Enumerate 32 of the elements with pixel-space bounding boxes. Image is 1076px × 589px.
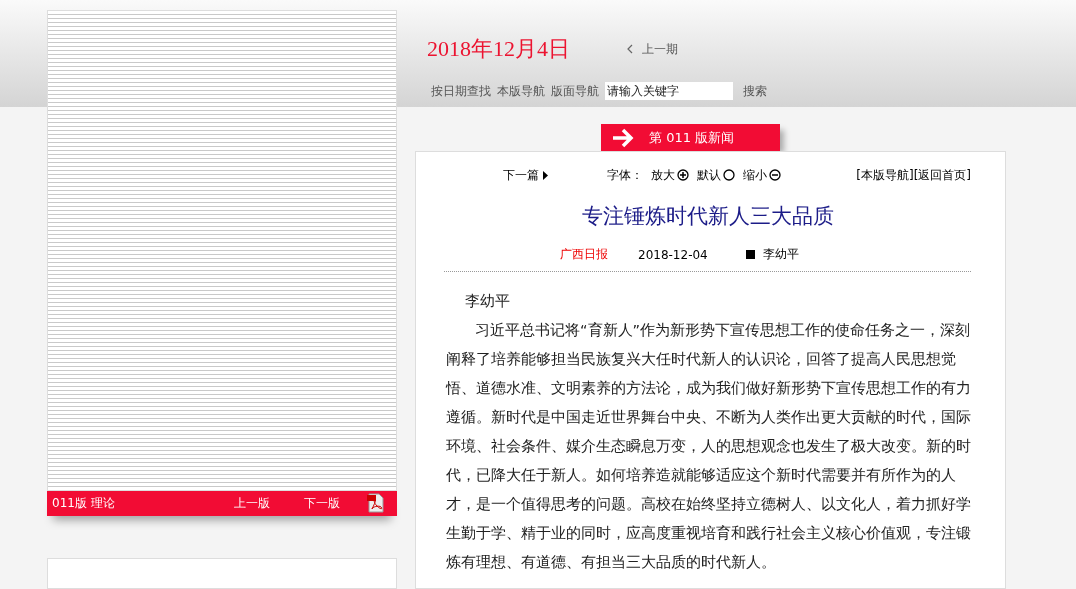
article-title: 专注锤炼时代新人三大品质: [580, 203, 835, 230]
nav-link[interactable]: 按日期查找: [431, 82, 491, 100]
toolbar-link[interactable]: [本版导航]: [856, 166, 914, 184]
previous-page-link[interactable]: 上一版: [217, 494, 287, 512]
triangle-right-icon: [543, 170, 548, 180]
article-author: 李幼平: [763, 246, 799, 263]
search-link[interactable]: 搜索: [743, 82, 767, 100]
font-size-option[interactable]: 放大: [651, 166, 689, 184]
minus-circle-icon: [769, 169, 781, 181]
search-field[interactable]: 请输入关键字: [605, 82, 733, 100]
font-size-option[interactable]: 缩小: [743, 166, 781, 184]
nav-link[interactable]: 版面导航: [551, 82, 599, 100]
toolbar-link[interactable]: [返回首页]: [913, 166, 971, 184]
font-size-label: 字体：: [607, 166, 643, 184]
circle-icon: [723, 169, 735, 181]
article-date: 2018-12-04: [638, 247, 709, 262]
page-caption: 011版 理论: [52, 494, 116, 512]
arrow-right-icon: [611, 127, 635, 148]
square-icon: [746, 250, 755, 259]
section-title: 第 011 版新闻: [649, 128, 735, 147]
article-source: 广西日报: [560, 246, 609, 263]
chevron-left-icon: [626, 44, 634, 54]
article-paragraph: 习近平总书记将“育新人”作为新形势下宣传思想工作的使命任务之一，深刻阐释了培养能够担当民族复兴大任时代新人的认识论，回答了提高人民思想觉悟、道德水准、文明素养的方法论，成为我们做好新形势下宣传思想工作的有力遵循。新时代是中国走近世界舞台中央、不断为人类作出更大贡献的时代，国际环境、社会条件、媒介生态瞬息万变，人的思想观念也发生了极大改变。新的时代，已降大任于新人。如何培养造就能够适应这个新时代需要并有所作为的人才，是一个值得思考的问题。高校在始终坚持立德树人、以文化人，着力抓好学生勤于学、精于业的同时，应高度重视培育和践行社会主义核心价值观，专注锻炼有理想、有道德、有担当三大品质的时代新人。: [446, 321, 971, 572]
article-paragraph: 李幼平: [463, 292, 511, 311]
previous-issue-link[interactable]: 上一期: [626, 40, 678, 58]
font-size-option[interactable]: 默认: [697, 166, 735, 184]
pdf-icon[interactable]: [367, 493, 385, 514]
plus-circle-icon: [677, 169, 689, 181]
nav-link[interactable]: 本版导航: [497, 82, 545, 100]
next-article-link[interactable]: 下一篇: [503, 166, 607, 184]
issue-date: 2018年12月4日: [427, 35, 570, 63]
next-page-link[interactable]: 下一版: [287, 494, 357, 512]
